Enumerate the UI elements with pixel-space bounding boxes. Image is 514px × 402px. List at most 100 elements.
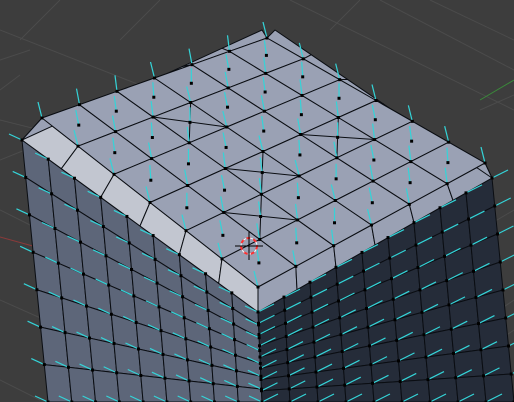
vertex[interactable] [258,349,262,353]
vertex[interactable] [151,115,155,119]
vertex[interactable] [374,99,378,102]
right-face-quad[interactable] [343,364,373,386]
vertex[interactable] [211,382,215,386]
vertex[interactable] [338,316,342,320]
vertex[interactable] [60,296,64,300]
vertex[interactable] [284,321,287,325]
vertex[interactable] [161,352,165,356]
vertex[interactable] [410,139,414,143]
vertex[interactable] [114,130,118,134]
left-face-quad[interactable] [43,364,73,402]
vertex[interactable] [233,353,237,357]
vertex[interactable] [287,374,290,378]
vertex[interactable] [115,89,119,93]
left-face-quad[interactable] [116,372,144,402]
vertex[interactable] [370,223,373,227]
vertex[interactable] [338,78,342,82]
vertex[interactable] [226,105,230,109]
vertex[interactable] [398,379,402,383]
vertex[interactable] [332,244,336,248]
vertex[interactable] [115,371,119,375]
vertex[interactable] [222,210,226,214]
right-face-quad[interactable] [483,373,514,402]
vertex[interactable] [283,308,287,312]
vertex[interactable] [132,294,136,298]
vertex[interactable] [311,325,315,329]
vertex[interactable] [343,383,347,387]
vertex[interactable] [393,318,397,322]
vertex[interactable] [440,230,444,234]
vertex[interactable] [39,325,43,329]
vertex[interactable] [371,179,375,183]
right-face-quad[interactable] [315,367,346,388]
left-face-quad[interactable] [212,383,239,402]
right-face-quad[interactable] [370,360,401,384]
vertex[interactable] [370,201,374,205]
vertex[interactable] [150,157,154,161]
vertex[interactable] [310,310,314,314]
vertex[interactable] [188,120,192,124]
left-face-quad[interactable] [92,369,120,402]
vertex[interactable] [153,76,156,80]
vertex[interactable] [259,366,262,370]
vertex[interactable] [125,214,129,218]
vertex[interactable] [264,71,268,75]
right-face-quad[interactable] [316,384,347,402]
vertex[interactable] [127,241,131,245]
vertex[interactable] [210,363,214,367]
right-face-quad[interactable] [398,356,429,382]
vertex[interactable] [337,299,340,303]
vertex[interactable] [294,264,298,268]
vertex[interactable] [496,232,499,236]
vertex[interactable] [186,184,190,187]
vertex[interactable] [155,281,159,285]
vertex[interactable] [315,385,319,389]
vertex[interactable] [185,206,189,210]
vertex[interactable] [185,358,189,362]
right-face-quad[interactable] [478,317,509,351]
vertex[interactable] [409,160,413,164]
vertex[interactable] [75,208,79,212]
vertex[interactable] [226,86,230,90]
vertex[interactable] [447,303,451,307]
vertex[interactable] [209,345,213,349]
vertex[interactable] [366,325,370,329]
vertex[interactable] [372,158,376,162]
vertex[interactable] [299,113,303,117]
vertex[interactable] [301,75,305,79]
vertex[interactable] [296,218,300,222]
vertex[interactable] [99,195,103,199]
vertex[interactable] [233,338,237,342]
vertex[interactable] [333,221,337,225]
vertex[interactable] [31,250,35,254]
vertex[interactable] [72,176,76,180]
vertex[interactable] [151,234,155,238]
vertex[interactable] [340,350,344,353]
vertex[interactable] [397,359,400,363]
right-face-quad[interactable] [453,349,484,379]
vertex[interactable] [235,384,239,388]
right-face-quad[interactable] [425,352,457,381]
right-face-quad[interactable] [423,328,454,358]
vertex[interactable] [426,378,430,382]
vertex[interactable] [388,256,392,260]
vertex[interactable] [187,379,191,383]
vertex[interactable] [81,272,85,276]
vertex[interactable] [112,172,116,176]
vertex[interactable] [50,192,54,196]
vertex[interactable] [258,355,262,359]
vertex[interactable] [85,304,89,308]
right-face-quad[interactable] [450,323,482,354]
viewport-scene[interactable] [0,0,514,402]
right-face-quad[interactable] [480,345,512,377]
vertex[interactable] [449,327,453,331]
left-face-quad[interactable] [67,366,97,402]
vertex[interactable] [182,316,186,320]
vertex[interactable] [282,295,286,299]
vertex[interactable] [114,109,118,113]
vertex[interactable] [373,138,377,142]
vertex[interactable] [77,123,81,127]
vertex[interactable] [220,257,224,261]
vertex[interactable] [467,217,470,221]
vertex[interactable] [309,295,313,299]
